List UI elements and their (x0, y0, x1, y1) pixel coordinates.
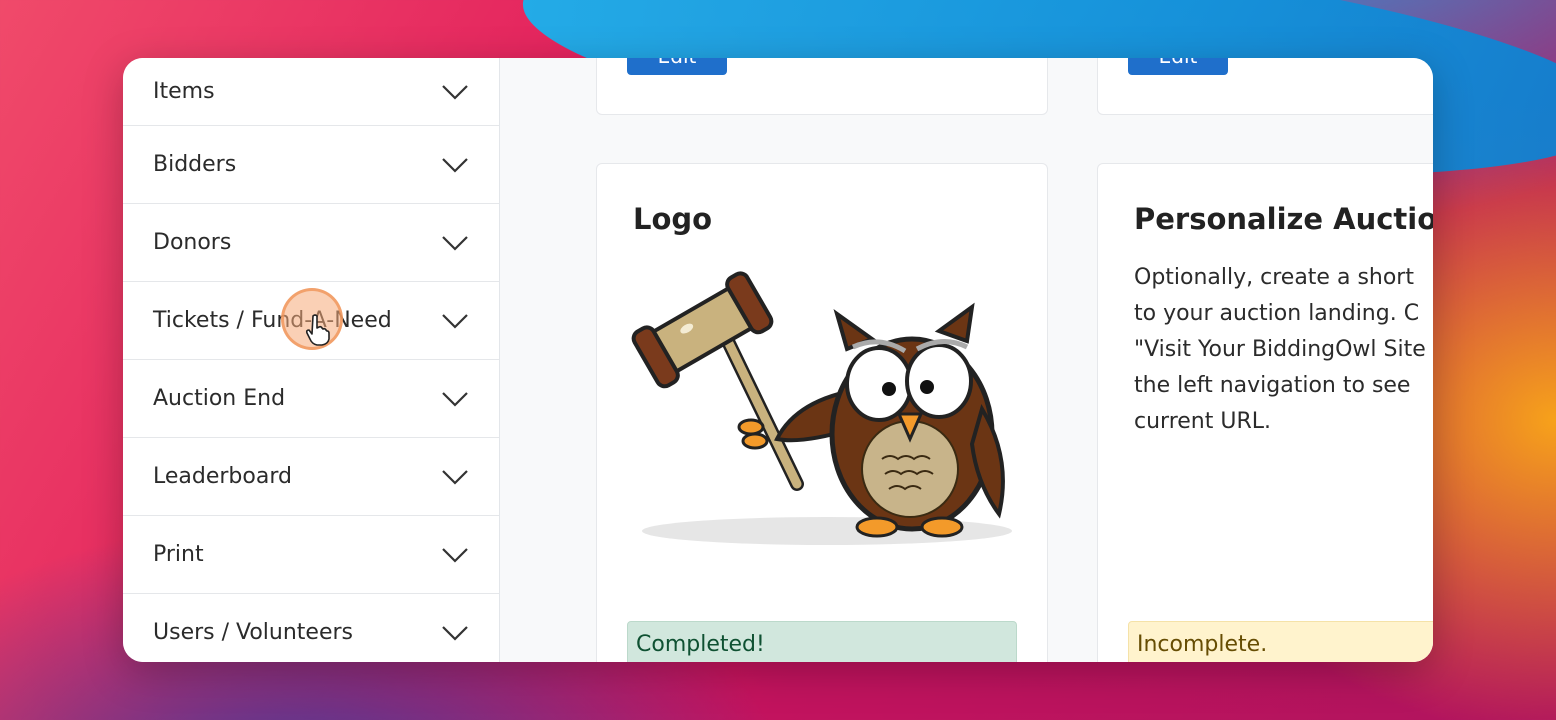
sidebar-item-bidders[interactable]: Bidders (123, 126, 499, 204)
sidebar-item-label: Auction End (153, 386, 286, 411)
top-card-right: Edit (1097, 58, 1433, 115)
sidebar-item-label: Tickets / Fund-A-Need (153, 308, 392, 333)
card-description-line: Optionally, create a short (1134, 265, 1414, 290)
chevron-down-icon (442, 469, 468, 485)
personalize-auction-card: Personalize Auction Optionally, create a… (1097, 163, 1433, 662)
card-title: Personalize Auction (1134, 202, 1433, 236)
edit-button[interactable]: Edit (627, 58, 727, 75)
chevron-down-icon (442, 157, 468, 173)
sidebar-item-donors[interactable]: Donors (123, 204, 499, 282)
owl-gavel-logo-image (631, 271, 1012, 545)
sidebar-item-users-volunteers[interactable]: Users / Volunteers (123, 594, 499, 662)
chevron-down-icon (442, 391, 468, 407)
sidebar-item-tickets-fund-a-need[interactable]: Tickets / Fund-A-Need (123, 282, 499, 360)
status-badge-incomplete: Incomplete. (1128, 621, 1433, 662)
sidebar-item-label: Items (153, 79, 215, 104)
sidebar-item-label: Leaderboard (153, 464, 292, 489)
card-description-line: "Visit Your BiddingOwl Site (1134, 337, 1426, 362)
sidebar-item-label: Donors (153, 230, 232, 255)
top-card-left: Edit (596, 58, 1048, 115)
card-description-line: the left navigation to see (1134, 373, 1411, 398)
sidebar-item-auction-end[interactable]: Auction End (123, 360, 499, 438)
sidebar: Items Bidders Donors Tickets / Fund-A-Ne… (123, 58, 500, 662)
edit-button[interactable]: Edit (1128, 58, 1228, 75)
sidebar-item-print[interactable]: Print (123, 516, 499, 594)
chevron-down-icon (442, 547, 468, 563)
main-content: Edit Edit Logo (500, 58, 1433, 662)
sidebar-item-label: Users / Volunteers (153, 620, 354, 645)
card-description-line: current URL. (1134, 409, 1271, 434)
sidebar-item-label: Bidders (153, 152, 237, 177)
sidebar-item-leaderboard[interactable]: Leaderboard (123, 438, 499, 516)
sidebar-item-label: Print (153, 542, 204, 567)
chevron-down-icon (442, 313, 468, 329)
app-window: Items Bidders Donors Tickets / Fund-A-Ne… (123, 58, 1433, 662)
card-description-line: to your auction landing. C (1134, 301, 1420, 326)
chevron-down-icon (442, 625, 468, 641)
card-title: Logo (633, 202, 713, 236)
logo-card: Logo Completed! (596, 163, 1048, 662)
chevron-down-icon (442, 84, 468, 100)
hand-cursor-icon (305, 314, 330, 346)
sidebar-item-items[interactable]: Items (123, 58, 499, 126)
chevron-down-icon (442, 235, 468, 251)
status-badge-completed: Completed! (627, 621, 1017, 662)
